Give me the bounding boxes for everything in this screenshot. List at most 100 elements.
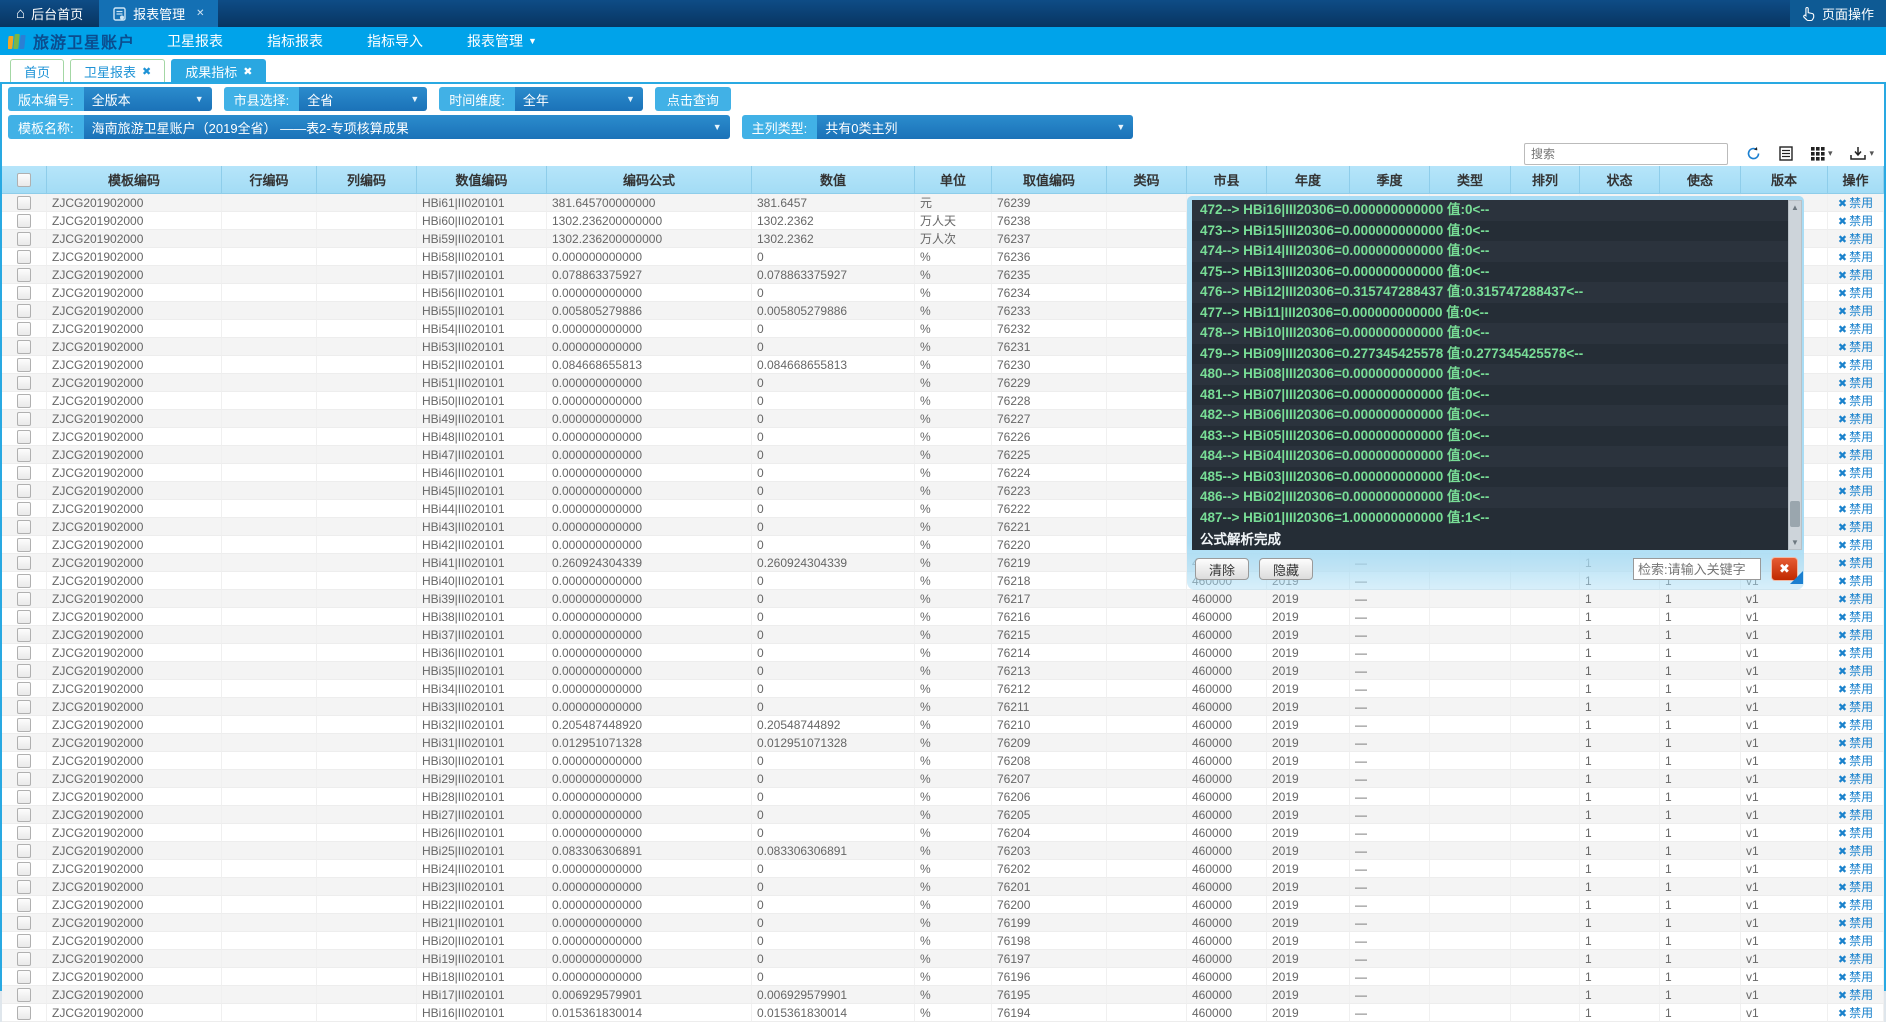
row-checkbox[interactable] [17, 412, 31, 426]
clear-button[interactable]: 清除 [1195, 558, 1249, 580]
disable-link[interactable]: 禁用 [1849, 610, 1873, 624]
row-checkbox[interactable] [17, 214, 31, 228]
row-checkbox[interactable] [17, 988, 31, 1002]
disable-link[interactable]: 禁用 [1849, 952, 1873, 966]
disable-link[interactable]: 禁用 [1849, 754, 1873, 768]
menu-item[interactable]: 指标导入 [345, 31, 445, 51]
view-tab[interactable]: 首页 [10, 59, 64, 82]
row-checkbox[interactable] [17, 628, 31, 642]
top-tab-close-icon[interactable]: ✕ [196, 8, 204, 19]
disable-link[interactable]: 禁用 [1849, 988, 1873, 1002]
disable-link[interactable]: 禁用 [1849, 880, 1873, 894]
row-checkbox[interactable] [17, 466, 31, 480]
row-checkbox[interactable] [17, 196, 31, 210]
col-header-fetch-code[interactable]: 取值编码 [992, 166, 1107, 194]
disable-link[interactable]: 禁用 [1849, 1006, 1873, 1020]
row-checkbox[interactable] [17, 232, 31, 246]
search-input[interactable] [1524, 143, 1728, 165]
disable-link[interactable]: 禁用 [1849, 412, 1873, 426]
row-checkbox[interactable] [17, 664, 31, 678]
disable-link[interactable]: 禁用 [1849, 304, 1873, 318]
disable-link[interactable]: 禁用 [1849, 592, 1873, 606]
disable-link[interactable]: 禁用 [1849, 664, 1873, 678]
row-checkbox[interactable] [17, 484, 31, 498]
resize-grip-icon[interactable] [1790, 571, 1803, 584]
row-checkbox[interactable] [17, 790, 31, 804]
col-header-action[interactable]: 操作 [1828, 166, 1884, 194]
disable-link[interactable]: 禁用 [1849, 916, 1873, 930]
console-scrollbar[interactable]: ▲ ▼ [1788, 200, 1802, 550]
row-checkbox[interactable] [17, 718, 31, 732]
menu-item[interactable]: 报表管理 ▼ [445, 31, 559, 51]
menu-item[interactable]: 卫星报表 [145, 31, 245, 51]
row-checkbox[interactable] [17, 880, 31, 894]
disable-link[interactable]: 禁用 [1849, 448, 1873, 462]
menu-item[interactable]: 指标报表 [245, 31, 345, 51]
row-checkbox[interactable] [17, 502, 31, 516]
disable-link[interactable]: 禁用 [1849, 484, 1873, 498]
columns-grid-icon[interactable]: ▾ [1811, 147, 1833, 161]
coltype-select[interactable]: 共有0类主列 ▼ [817, 115, 1133, 139]
disable-link[interactable]: 禁用 [1849, 430, 1873, 444]
disable-link[interactable]: 禁用 [1849, 394, 1873, 408]
row-checkbox[interactable] [17, 952, 31, 966]
row-checkbox[interactable] [17, 250, 31, 264]
row-checkbox[interactable] [17, 430, 31, 444]
disable-link[interactable]: 禁用 [1849, 646, 1873, 660]
hide-button[interactable]: 隐藏 [1259, 558, 1313, 580]
row-checkbox[interactable] [17, 862, 31, 876]
row-checkbox[interactable] [17, 286, 31, 300]
toolbar-button[interactable]: ✏ 修改/锁 [8, 143, 86, 165]
row-checkbox[interactable] [17, 754, 31, 768]
disable-link[interactable]: 禁用 [1849, 520, 1873, 534]
col-header-year[interactable]: 年度 [1267, 166, 1350, 194]
disable-link[interactable]: 禁用 [1849, 862, 1873, 876]
row-checkbox[interactable] [17, 970, 31, 984]
disable-link[interactable]: 禁用 [1849, 790, 1873, 804]
disable-link[interactable]: 禁用 [1849, 286, 1873, 300]
disable-link[interactable]: 禁用 [1849, 232, 1873, 246]
row-checkbox[interactable] [17, 916, 31, 930]
disable-link[interactable]: 禁用 [1849, 214, 1873, 228]
row-checkbox[interactable] [17, 772, 31, 786]
col-header-template-code[interactable]: 模板编码 [47, 166, 222, 194]
toolbar-button[interactable]: ✔ 设置条件 [380, 143, 467, 165]
disable-link[interactable]: 禁用 [1849, 736, 1873, 750]
backend-home-tab[interactable]: ⌂ 后台首页 [0, 0, 99, 27]
disable-link[interactable]: 禁用 [1849, 898, 1873, 912]
row-checkbox[interactable] [17, 898, 31, 912]
col-header-status[interactable]: 状态 [1580, 166, 1660, 194]
row-checkbox[interactable] [17, 682, 31, 696]
toolbar-button[interactable]: ✔ 公式解析 [284, 143, 371, 165]
disable-link[interactable]: 禁用 [1849, 574, 1873, 588]
toolbar-button[interactable]: ✖ 禁用选项 [94, 143, 181, 165]
template-select[interactable]: 海南旅游卫星账户（2019全省） ——表2-专项核算成果 ▼ [84, 115, 730, 139]
col-header-city[interactable]: 市县 [1187, 166, 1267, 194]
row-checkbox[interactable] [17, 592, 31, 606]
row-checkbox[interactable] [17, 358, 31, 372]
disable-link[interactable]: 禁用 [1849, 466, 1873, 480]
disable-link[interactable]: 禁用 [1849, 196, 1873, 210]
col-header-col-code[interactable]: 列编码 [317, 166, 417, 194]
scroll-up-icon[interactable]: ▲ [1789, 203, 1801, 212]
col-header-order[interactable]: 排列 [1511, 166, 1580, 194]
disable-link[interactable]: 禁用 [1849, 322, 1873, 336]
disable-link[interactable]: 禁用 [1849, 970, 1873, 984]
page-actions-button[interactable]: 页面操作 [1790, 0, 1886, 27]
list-view-icon[interactable] [1779, 146, 1793, 161]
scroll-down-icon[interactable]: ▼ [1789, 538, 1801, 547]
export-icon[interactable]: ▾ [1850, 146, 1874, 161]
disable-link[interactable]: 禁用 [1849, 682, 1873, 696]
refresh-icon[interactable] [1746, 146, 1761, 161]
col-header-use-state[interactable]: 使态 [1660, 166, 1741, 194]
view-tab[interactable]: 卫星报表 ✖ [70, 59, 165, 82]
toolbar-button[interactable]: ✔ 确认提交 [189, 143, 276, 165]
disable-link[interactable]: 禁用 [1849, 250, 1873, 264]
row-checkbox[interactable] [17, 268, 31, 282]
row-checkbox[interactable] [17, 448, 31, 462]
disable-link[interactable]: 禁用 [1849, 538, 1873, 552]
select-all-checkbox[interactable] [17, 173, 31, 187]
row-checkbox[interactable] [17, 394, 31, 408]
disable-link[interactable]: 禁用 [1849, 358, 1873, 372]
row-checkbox[interactable] [17, 610, 31, 624]
